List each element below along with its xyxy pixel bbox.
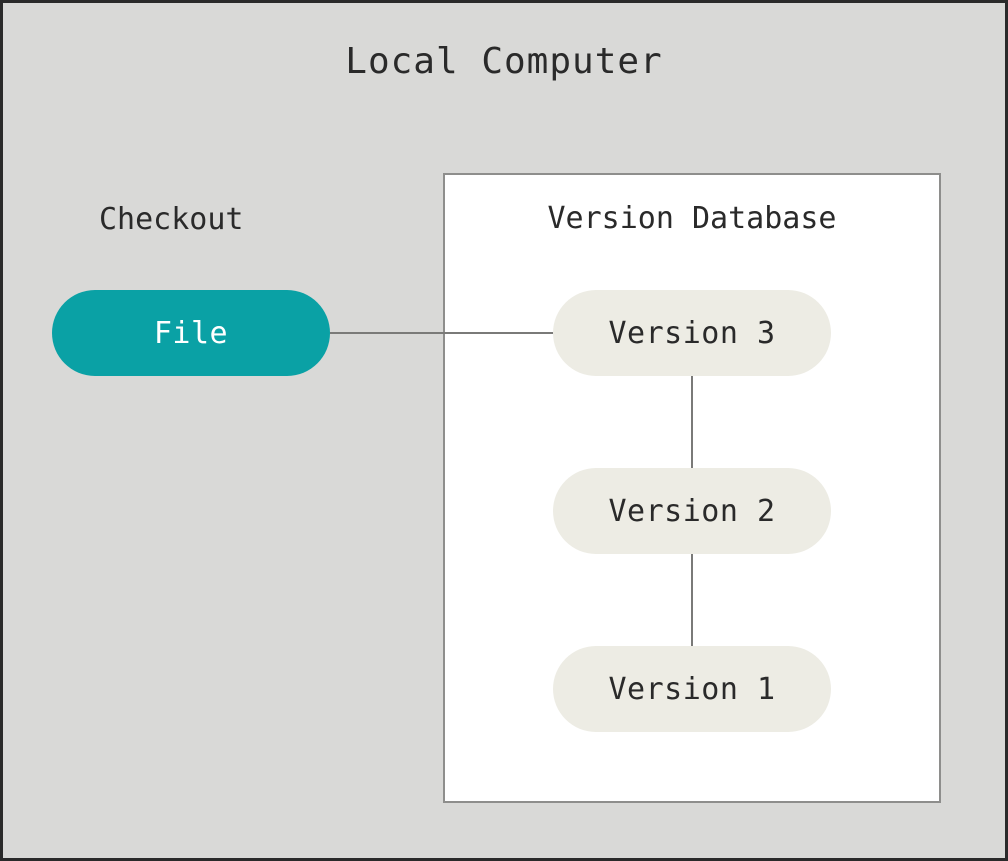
- checkout-label: Checkout: [99, 202, 244, 237]
- version-1-node: Version 1: [553, 646, 831, 732]
- local-computer-container: Local Computer Checkout Version Database…: [0, 0, 1008, 861]
- version-3-node: Version 3: [553, 290, 831, 376]
- version-2-node: Version 2: [553, 468, 831, 554]
- diagram-title: Local Computer: [3, 41, 1005, 82]
- connector-version3-to-version2: [691, 376, 693, 468]
- connector-version2-to-version1: [691, 554, 693, 646]
- connector-file-to-version3: [330, 332, 553, 334]
- version-database-title: Version Database: [445, 201, 939, 236]
- file-node: File: [52, 290, 330, 376]
